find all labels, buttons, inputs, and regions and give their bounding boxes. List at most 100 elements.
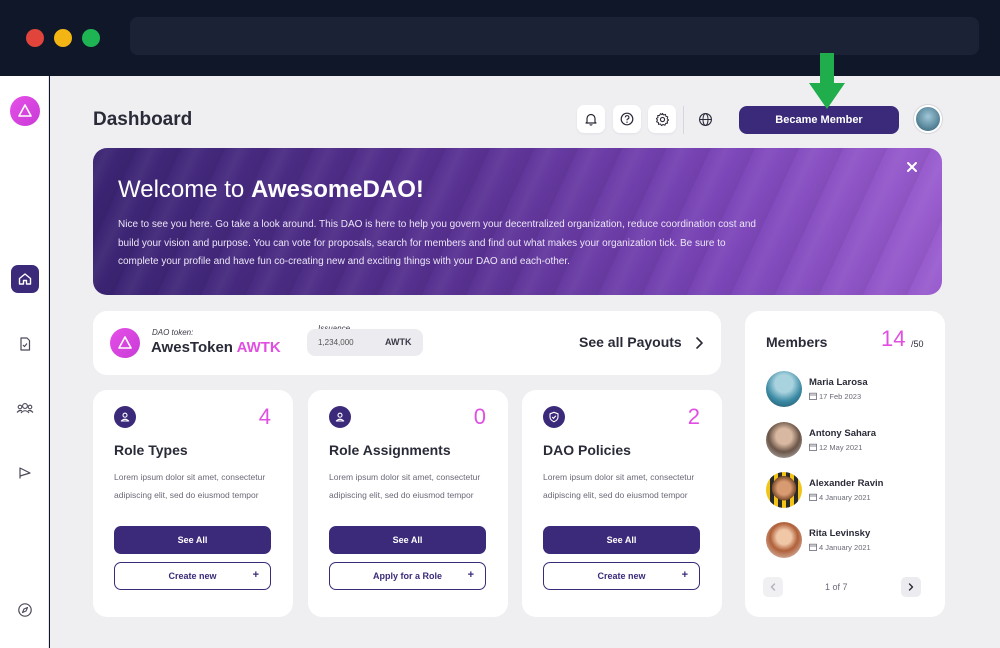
maximize-window-button[interactable] — [82, 29, 100, 47]
member-name: Alexander Ravin — [809, 478, 884, 489]
issuance-field: 1,234,000 AWTK — [307, 329, 423, 356]
token-symbol: AWTK — [236, 339, 281, 356]
sidebar-item-home[interactable] — [11, 265, 39, 293]
card-title: DAO Policies — [543, 442, 631, 458]
triangle-logo-icon — [18, 104, 32, 117]
card-description: Lorem ipsum dolor sit amet, consectetur … — [329, 472, 481, 500]
button-label: Create new — [597, 571, 646, 581]
issuance-value: 1,234,000 — [318, 338, 354, 347]
sidebar-item-members[interactable] — [11, 394, 39, 422]
banner-text: Nice to see you here. Go take a look aro… — [118, 219, 756, 267]
close-icon[interactable] — [905, 160, 919, 174]
calendar-icon — [809, 443, 817, 451]
green-arrow-down-icon — [809, 53, 845, 109]
help-button[interactable] — [613, 105, 641, 133]
card-title: Role Types — [114, 442, 188, 458]
chevron-left-icon — [770, 583, 776, 591]
user-icon — [120, 412, 130, 422]
card-title: Role Assignments — [329, 442, 451, 458]
member-item[interactable]: Rita Levinsky 4 January 2021 — [766, 522, 936, 562]
card-icon — [543, 406, 565, 428]
button-label: Apply for a Role — [372, 571, 442, 581]
member-date: 4 January 2021 — [819, 543, 871, 552]
create-new-button[interactable]: Create new + — [114, 562, 271, 590]
chevron-right-icon — [908, 583, 914, 591]
user-avatar[interactable] — [914, 105, 942, 133]
settings-button[interactable] — [648, 105, 676, 133]
see-all-button[interactable]: See All — [543, 526, 700, 554]
see-all-button[interactable]: See All — [114, 526, 271, 554]
member-item[interactable]: Antony Sahara 12 May 2021 — [766, 422, 936, 462]
plus-icon: + — [467, 569, 474, 581]
banner-title-dao: AwesomeDAO! — [250, 176, 424, 203]
token-label: DAO token: — [152, 328, 194, 337]
card-count: 4 — [258, 404, 271, 429]
document-icon — [20, 337, 31, 351]
issuance-unit: AWTK — [385, 337, 412, 347]
member-name: Rita Levinsky — [809, 528, 871, 539]
member-date: 17 Feb 2023 — [819, 392, 862, 401]
triangle-logo-icon — [118, 336, 132, 349]
calendar-icon — [809, 543, 817, 551]
globe-icon — [698, 112, 712, 126]
card-icon — [114, 406, 136, 428]
members-count: 14 — [881, 326, 906, 351]
banner-title: Welcome to AwesomeDAO! — [118, 176, 424, 204]
see-all-payouts-link[interactable]: See all Payouts — [579, 334, 682, 350]
token-name: AwesToken AWTK — [151, 339, 281, 356]
members-title: Members — [766, 334, 828, 350]
banner-title-prefix: Welcome to — [118, 176, 251, 203]
avatar — [766, 422, 802, 458]
sidebar — [0, 76, 49, 648]
header-divider — [683, 106, 684, 134]
dao-logo[interactable] — [10, 96, 40, 126]
page-title: Dashboard — [93, 109, 193, 130]
gear-icon — [655, 112, 669, 126]
member-name: Maria Larosa — [809, 377, 868, 388]
minimize-window-button[interactable] — [54, 29, 72, 47]
home-icon — [18, 273, 32, 285]
pager-label: 1 of 7 — [825, 582, 848, 592]
apply-for-role-button[interactable]: Apply for a Role + — [329, 562, 486, 590]
main-content: Dashboard Became Member Welcome to Aweso… — [50, 53, 1000, 648]
role-types-card: 4 Role Types Lorem ipsum dolor sit amet,… — [93, 390, 293, 617]
sidebar-item-documents[interactable] — [11, 330, 39, 358]
calendar-icon — [809, 493, 817, 501]
members-total: /50 — [911, 339, 924, 349]
members-panel: Members 14 /50 Maria Larosa 17 Feb 2023 … — [745, 311, 945, 617]
member-date: 4 January 2021 — [819, 493, 871, 502]
shield-check-icon — [549, 411, 559, 423]
window-titlebar — [0, 0, 1000, 76]
pager-next-button[interactable] — [901, 577, 921, 597]
address-bar[interactable] — [130, 17, 979, 55]
card-count: 0 — [473, 404, 486, 429]
card-icon — [329, 406, 351, 428]
token-name-text: AwesToken — [151, 339, 233, 356]
create-new-button[interactable]: Create new + — [543, 562, 700, 590]
plus-icon: + — [681, 569, 688, 581]
calendar-icon — [809, 392, 817, 400]
language-button[interactable] — [691, 105, 719, 133]
close-window-button[interactable] — [26, 29, 44, 47]
dao-policies-card: 2 DAO Policies Lorem ipsum dolor sit ame… — [522, 390, 722, 617]
token-card: DAO token: AwesToken AWTK Issuance 1,234… — [93, 311, 721, 375]
member-item[interactable]: Maria Larosa 17 Feb 2023 — [766, 371, 936, 411]
notifications-button[interactable] — [577, 105, 605, 133]
user-icon — [335, 412, 345, 422]
chevron-right-icon[interactable] — [693, 336, 705, 350]
role-assignments-card: 0 Role Assignments Lorem ipsum dolor sit… — [308, 390, 508, 617]
avatar — [766, 371, 802, 407]
card-description: Lorem ipsum dolor sit amet, consectetur … — [543, 472, 695, 500]
welcome-banner: Welcome to AwesomeDAO! Nice to see you h… — [93, 148, 942, 295]
people-icon — [16, 403, 34, 414]
member-item[interactable]: Alexander Ravin 4 January 2021 — [766, 472, 936, 512]
pager-prev-button[interactable] — [763, 577, 783, 597]
flag-icon — [19, 467, 31, 479]
avatar — [766, 522, 802, 558]
member-date: 12 May 2021 — [819, 443, 863, 452]
member-name: Antony Sahara — [809, 428, 877, 439]
sidebar-item-proposals[interactable] — [11, 459, 39, 487]
compass-icon — [18, 603, 32, 617]
see-all-button[interactable]: See All — [329, 526, 486, 554]
sidebar-item-explore[interactable] — [11, 596, 39, 624]
